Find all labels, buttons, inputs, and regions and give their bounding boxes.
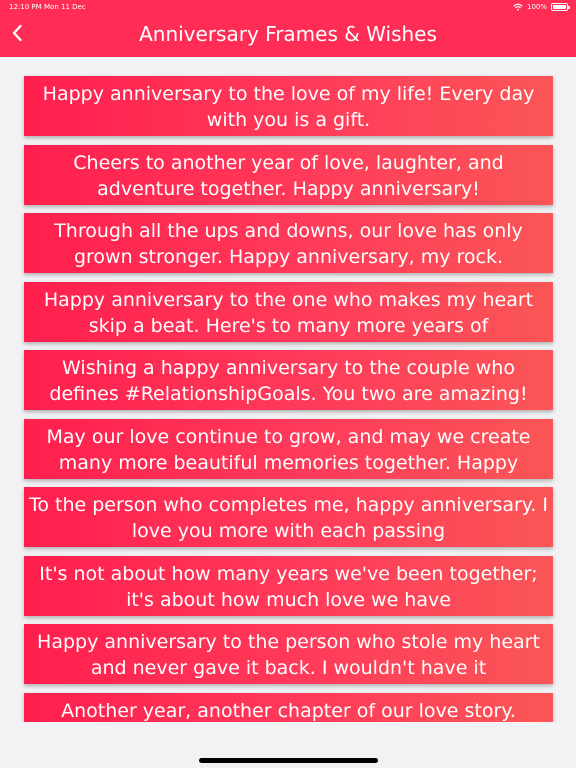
battery-percentage: 100%	[526, 3, 547, 11]
wish-card[interactable]: Cheers to another year of love, laughter…	[24, 145, 553, 205]
home-indicator[interactable]	[199, 758, 378, 763]
wish-text: Cheers to another year of love, laughter…	[73, 152, 504, 200]
status-indicators: 100%	[513, 0, 570, 14]
wish-text: May our love continue to grow, and may w…	[46, 426, 531, 474]
chevron-left-icon	[12, 24, 22, 42]
wish-text: Through all the ups and downs, our love …	[54, 220, 523, 268]
back-button[interactable]	[6, 20, 28, 46]
wish-text: It's not about how many years we've been…	[39, 563, 538, 611]
navigation-header: 12:10 PM Mon 11 Dec 100% Anniversary Fra…	[0, 0, 576, 57]
wish-text: Happy anniversary to the love of my life…	[42, 83, 535, 131]
wishes-list[interactable]: Happy anniversary to the love of my life…	[0, 57, 576, 722]
wish-text: To the person who completes me, happy an…	[28, 494, 549, 542]
wish-text: Happy anniversary to the one who makes m…	[43, 289, 534, 337]
wish-text: Another year, another chapter of our lov…	[61, 700, 516, 722]
page-title: Anniversary Frames & Wishes	[139, 22, 437, 46]
wish-text: Wishing a happy anniversary to the coupl…	[49, 357, 528, 405]
status-bar: 12:10 PM Mon 11 Dec 100%	[0, 0, 576, 14]
wish-card[interactable]: Happy anniversary to the person who stol…	[24, 624, 553, 684]
wish-card[interactable]: Another year, another chapter of our lov…	[24, 693, 553, 722]
wish-card[interactable]: Happy anniversary to the love of my life…	[24, 76, 553, 136]
wish-card[interactable]: Wishing a happy anniversary to the coupl…	[24, 350, 553, 410]
wish-text: Happy anniversary to the person who stol…	[37, 631, 540, 679]
battery-icon	[551, 3, 570, 11]
wish-card[interactable]: Through all the ups and downs, our love …	[24, 213, 553, 273]
wish-card[interactable]: May our love continue to grow, and may w…	[24, 419, 553, 479]
wifi-icon	[513, 3, 523, 11]
wish-card[interactable]: Happy anniversary to the one who makes m…	[24, 282, 553, 342]
status-time: 12:10 PM	[9, 3, 42, 11]
wish-card[interactable]: To the person who completes me, happy an…	[24, 487, 553, 547]
status-date: Mon 11 Dec	[44, 3, 86, 11]
wish-card[interactable]: It's not about how many years we've been…	[24, 556, 553, 616]
